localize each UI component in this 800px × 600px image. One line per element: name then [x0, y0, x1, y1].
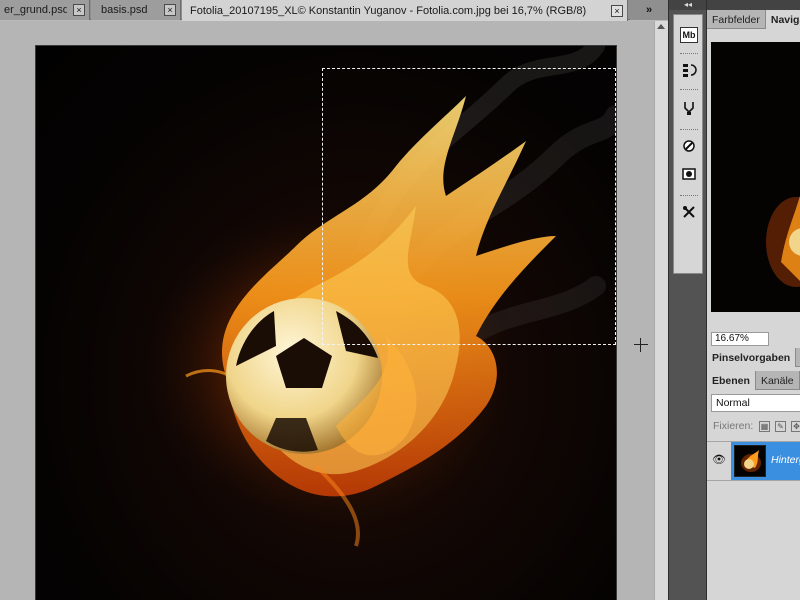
lock-label: Fixieren: — [713, 420, 754, 432]
navigator-preview[interactable] — [711, 42, 800, 312]
layer-name[interactable]: Hintergrund — [771, 454, 800, 466]
layer-row-background[interactable]: 👁 Hintergrund — [707, 441, 800, 481]
zoom-input[interactable]: 16.67% — [711, 332, 769, 346]
eye-icon[interactable]: 👁 — [711, 454, 727, 466]
tab-basis[interactable]: basis.psd × — [91, 0, 181, 20]
document-image[interactable] — [36, 46, 616, 600]
grip-divider — [680, 89, 698, 91]
grip-divider — [680, 53, 698, 55]
layers-options: Normal Fixieren: ▦ ✎ ✥ — [707, 391, 800, 441]
blend-mode-select[interactable]: Normal — [711, 394, 800, 412]
grip-divider — [680, 195, 698, 197]
lock-transparent-icon[interactable]: ▦ — [759, 421, 770, 432]
tab-farbfelder[interactable]: Farbfelder — [707, 10, 766, 29]
icon-dock: Mb — [673, 14, 703, 274]
close-icon[interactable]: × — [164, 4, 176, 16]
tab-label: basis.psd — [101, 4, 148, 16]
vertical-scrollbar[interactable] — [654, 21, 668, 600]
lock-row: Fixieren: ▦ ✎ ✥ — [707, 418, 800, 436]
navigator-zoom-row: 16.67% — [707, 330, 800, 348]
lock-position-icon[interactable]: ✥ — [791, 421, 800, 432]
grip-divider — [680, 129, 698, 131]
brush-presets-icon[interactable] — [678, 135, 700, 157]
tab-pinselvorgaben[interactable]: Pinselvorgaben — [707, 348, 797, 367]
right-panel-dock: Farbfelder Navigator 16.67% Pinselvorgab… — [706, 0, 800, 600]
tab-label: Fotolia_20107195_XL© Konstantin Yuganov … — [190, 4, 587, 17]
layer-thumbnail — [734, 445, 766, 477]
tool-presets-icon[interactable] — [678, 201, 700, 223]
tab-navigator[interactable]: Navigator — [765, 10, 800, 29]
layer-selection[interactable]: Hintergrund — [731, 442, 800, 480]
tab-label: er_grund.psd — [4, 4, 67, 16]
navigator-panel-tabs: Farbfelder Navigator — [707, 10, 800, 29]
tab-ebenen[interactable]: Ebenen — [707, 371, 756, 390]
panel-topbar — [707, 0, 800, 10]
collapse-icon[interactable]: ◂◂ — [669, 0, 707, 10]
mini-bridge-icon[interactable]: Mb — [680, 27, 698, 43]
document-tab-bar: er_grund.psd × basis.psd × Fotolia_20107… — [0, 0, 668, 21]
close-icon[interactable]: × — [611, 4, 623, 17]
close-icon[interactable]: × — [73, 4, 85, 16]
tab-overflow-button[interactable]: » — [630, 0, 668, 20]
tab-er-grund[interactable]: er_grund.psd × — [0, 0, 90, 20]
layers-panel-tabs: Ebenen Kanäle — [707, 371, 800, 390]
clone-source-icon[interactable] — [678, 163, 700, 185]
tab-kanaele[interactable]: Kanäle — [756, 371, 800, 390]
history-icon[interactable] — [678, 59, 700, 81]
scroll-up-icon[interactable] — [657, 24, 665, 29]
burning-football-artwork — [126, 46, 616, 547]
tab-fotolia-active[interactable]: Fotolia_20107195_XL© Konstantin Yuganov … — [182, 0, 628, 21]
actions-icon[interactable] — [678, 97, 700, 119]
brush-panel-tabs: Pinselvorgaben — [707, 348, 800, 367]
crosshair-cursor-icon — [634, 338, 648, 352]
lock-image-icon[interactable]: ✎ — [775, 421, 786, 432]
collapsed-panel-strip: ◂◂ Mb — [668, 0, 707, 600]
